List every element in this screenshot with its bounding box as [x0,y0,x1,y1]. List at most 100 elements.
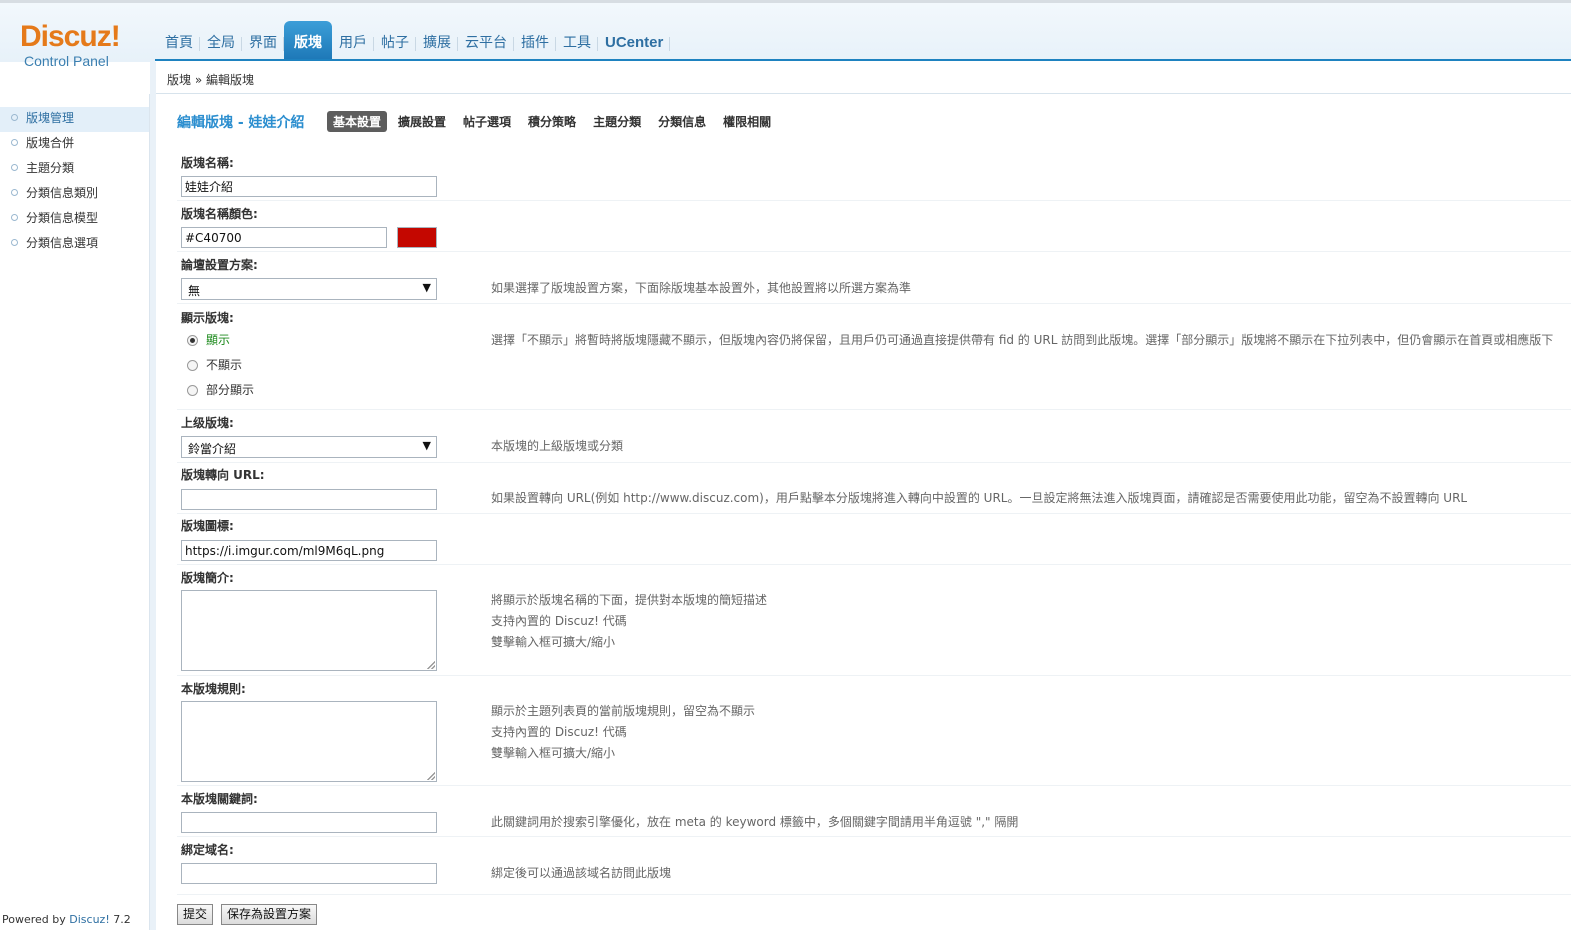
row-forum-name: 版塊名稱: [177,150,1571,201]
logo-sub: Control Panel [24,53,109,69]
powered-by: Powered by Discuz! 7.2 [2,913,131,926]
domain-label: 綁定域名: [181,843,234,857]
display-option-show-label: 顯示 [206,333,231,347]
rules-label: 本版塊規則: [181,682,246,696]
settings-tabs: 基本設置 擴展設置 帖子選項 積分策略 主題分類 分類信息 權限相關 [327,111,782,132]
nav-cloud[interactable]: 云平台 [458,21,514,59]
scheme-select[interactable]: 無 ▼ [181,278,437,300]
icon-label: 版塊圖標: [181,519,234,533]
scheme-tip: 如果選擇了版塊設置方案，下面除版塊基本設置外，其他設置將以所選方案為準 [491,281,912,295]
nav-ucenter[interactable]: UCenter [598,21,671,59]
row-redirect: 版塊轉向 URL: 如果設置轉向 URL(例如 http://www.discu… [177,463,1571,514]
parent-tip: 本版塊的上級版塊或分類 [491,439,624,453]
sidebar-edge [150,62,156,930]
sidebar-item-sort-categories[interactable]: 分類信息類別 [0,182,149,207]
powered-brand-link[interactable]: Discuz! [69,913,109,926]
keywords-input[interactable] [181,812,437,833]
description-tip-1: 將顯示於版塊名稱的下面，提供對本版塊的簡短描述 [491,593,768,607]
logo[interactable]: Discuz! Control Panel [20,20,140,70]
name-color-label: 版塊名稱顏色: [181,207,258,221]
page-title: 編輯版塊 - 娃娃介紹 [177,115,305,131]
nav-plugin[interactable]: 插件 [514,21,556,59]
keywords-tip: 此關鍵詞用於搜索引擎優化，放在 meta 的 keyword 標籤中，多個關鍵字… [491,815,1019,829]
breadcrumb-bar: 版塊 » 編輯版塊 [155,61,1571,94]
tab-permissions[interactable]: 權限相關 [717,111,777,132]
powered-prefix: Powered by [2,913,70,926]
redirect-tip: 如果設置轉向 URL(例如 http://www.discuz.com)，用戶點… [491,491,1468,505]
display-label: 顯示版塊: [181,311,234,325]
sidebar-item-sort-models[interactable]: 分類信息模型 [0,207,149,232]
parent-select-value: 鈴當介紹 [188,442,237,456]
display-option-show[interactable]: 顯示 [187,331,230,348]
display-option-hide[interactable]: 不顯示 [187,356,242,373]
display-option-hide-label: 不顯示 [206,358,243,372]
sidebar-item-thread-types[interactable]: 主題分類 [0,157,149,182]
nav-global[interactable]: 全局 [200,21,242,59]
forum-name-input[interactable] [181,176,437,197]
display-option-partial[interactable]: 部分顯示 [187,381,254,398]
tab-post-options[interactable]: 帖子選項 [457,111,517,132]
radio-unchecked-icon [187,385,198,396]
nav-home[interactable]: 首頁 [158,21,200,59]
scheme-select-value: 無 [188,284,201,298]
resize-grip-icon[interactable] [427,661,435,669]
name-color-input[interactable] [181,227,387,248]
nav-forum[interactable]: 版塊 [284,21,332,59]
domain-input[interactable] [181,863,437,884]
color-picker-swatch[interactable] [397,227,437,248]
rules-tip-3: 雙擊輸入框可擴大/縮小 [491,746,616,760]
redirect-label: 版塊轉向 URL: [181,468,265,482]
display-option-partial-label: 部分顯示 [206,383,255,397]
radio-checked-icon [187,335,198,346]
row-rules: 本版塊規則: 顯示於主題列表頁的當前版塊規則，留空為不顯示 支持內置的 Disc… [177,676,1571,786]
nav-style[interactable]: 界面 [242,21,284,59]
row-scheme: 論壇設置方案: 無 ▼ 如果選擇了版塊設置方案，下面除版塊基本設置外，其他設置將以… [177,252,1571,304]
tab-extended[interactable]: 擴展設置 [392,111,452,132]
row-domain: 綁定域名: 綁定後可以通過該域名訪問此版塊 [177,837,1571,895]
sidebar: 版塊管理 版塊合併 主題分類 分類信息類別 分類信息模型 分類信息選項 [0,94,150,930]
row-name-color: 版塊名稱顏色: [177,201,1571,252]
top-nav: 首頁 全局 界面 版塊 用戶 帖子 擴展 云平台 插件 工具 UCenter [158,21,671,59]
dropdown-arrow-icon: ▼ [422,439,431,452]
rules-tip-2: 支持內置的 Discuz! 代碼 [491,725,627,739]
keywords-label: 本版塊關鍵詞: [181,792,258,806]
row-parent: 上级版塊: 鈴當介紹 ▼ 本版塊的上級版塊或分類 [177,410,1571,463]
domain-tip: 綁定後可以通過該域名訪問此版塊 [491,866,672,880]
scheme-label: 論壇設置方案: [181,258,258,272]
breadcrumb: 版塊 » 編輯版塊 [167,73,254,87]
tab-credits[interactable]: 積分策略 [522,111,582,132]
powered-version: 7.2 [109,913,131,926]
row-description: 版塊簡介: 將顯示於版塊名稱的下面，提供對本版塊的簡短描述 支持內置的 Disc… [177,565,1571,676]
rules-textarea[interactable] [181,701,437,782]
forum-name-label: 版塊名稱: [181,156,234,170]
row-display: 顯示版塊: 顯示 不顯示 部分顯示 選擇「不顯示」將暫時將版塊隱藏不顯示，但版塊… [177,304,1571,410]
save-scheme-button[interactable]: 保存為設置方案 [221,904,318,925]
row-icon: 版塊圖標: [177,514,1571,565]
sidebar-item-sort-options[interactable]: 分類信息選項 [0,232,149,257]
display-tip: 選擇「不顯示」將暫時將版塊隱藏不顯示，但版塊內容仍將保留，且用戶仍可通過直接提供… [491,333,1554,347]
dropdown-arrow-icon: ▼ [422,281,431,294]
sidebar-item-forum-manage[interactable]: 版塊管理 [0,107,149,132]
resize-grip-icon[interactable] [427,772,435,780]
nav-user[interactable]: 用戶 [332,21,374,59]
nav-extended[interactable]: 擴展 [416,21,458,59]
description-label: 版塊簡介: [181,571,234,585]
description-textarea[interactable] [181,590,437,671]
description-tip-3: 雙擊輸入框可擴大/縮小 [491,635,616,649]
tab-thread-types[interactable]: 主題分類 [587,111,647,132]
tab-basic[interactable]: 基本設置 [327,111,388,132]
parent-label: 上级版塊: [181,416,234,430]
header: Discuz! Control Panel 首頁 全局 界面 版塊 用戶 帖子 … [0,0,1571,69]
rules-tip-1: 顯示於主題列表頁的當前版塊規則，留空為不顯示 [491,704,756,718]
radio-unchecked-icon [187,360,198,371]
nav-topic[interactable]: 帖子 [374,21,416,59]
tab-sort-info[interactable]: 分類信息 [652,111,712,132]
nav-tools[interactable]: 工具 [556,21,598,59]
description-tip-2: 支持內置的 Discuz! 代碼 [491,614,627,628]
parent-select[interactable]: 鈴當介紹 ▼ [181,436,437,458]
submit-button[interactable]: 提交 [177,904,214,925]
forum-icon-input[interactable] [181,540,437,561]
redirect-url-input[interactable] [181,489,437,510]
logo-main: Discuz! [20,20,121,53]
sidebar-item-forum-merge[interactable]: 版塊合併 [0,132,149,157]
